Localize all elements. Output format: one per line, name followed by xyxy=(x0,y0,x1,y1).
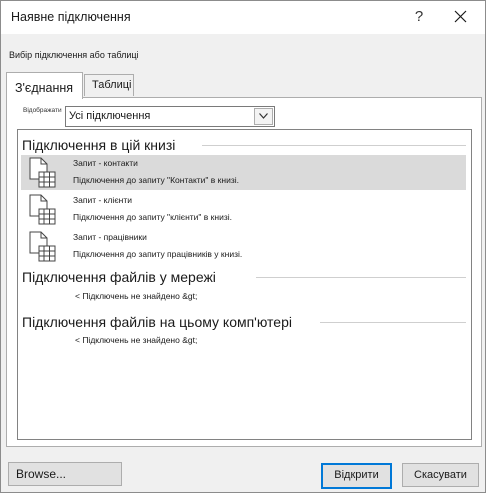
chevron-down-icon xyxy=(259,113,268,119)
tab-tables-label: Таблиці xyxy=(92,79,132,91)
open-button[interactable]: Відкрити xyxy=(321,463,392,489)
window-title: Наявне підключення xyxy=(11,10,131,24)
show-filter-label: Відображати xyxy=(23,107,62,114)
list-item[interactable]: Запит - контакти Підключення до запиту "… xyxy=(21,155,466,190)
group-divider xyxy=(320,322,466,323)
empty-message: < Підключень не знайдено &gt; xyxy=(75,335,198,345)
connection-description: Підключення до запиту працівників у книз… xyxy=(73,249,243,259)
browse-button-label: Browse... xyxy=(16,467,67,481)
list-item[interactable]: Запит - клієнти Підключення до запиту "к… xyxy=(21,192,466,227)
group-divider xyxy=(256,277,466,278)
help-button[interactable]: ? xyxy=(405,5,433,29)
show-filter-dropdown[interactable]: Усі підключення xyxy=(65,106,275,127)
title-bar: Наявне підключення ? xyxy=(1,1,485,34)
existing-connections-dialog: Наявне підключення ? Вибір підключення а… xyxy=(0,0,486,493)
show-filter-value: Усі підключення xyxy=(69,110,151,122)
group-title-computer: Підключення файлів на цьому комп'ютері xyxy=(22,314,292,330)
connections-panel: Відображати Усі підключення Підключення … xyxy=(6,97,482,447)
connection-name: Запит - клієнти xyxy=(73,195,132,205)
group-title-workbook: Підключення в цій книзі xyxy=(22,137,176,153)
list-item[interactable]: Запит - працівники Підключення до запиту… xyxy=(21,229,466,264)
connection-description: Підключення до запиту "клієнти" в книзі. xyxy=(73,212,232,222)
empty-message: < Підключень не знайдено &gt; xyxy=(75,291,198,301)
connections-list[interactable]: Підключення в цій книзі Запит - контакти… xyxy=(17,129,472,440)
tab-connections[interactable]: З'єднання xyxy=(6,72,83,99)
table-file-icon xyxy=(29,231,56,262)
tab-tables[interactable]: Таблиці xyxy=(84,74,134,96)
connection-name: Запит - контакти xyxy=(73,158,138,168)
table-file-icon xyxy=(29,157,56,188)
connection-description: Підключення до запиту "Контакти" в книзі… xyxy=(73,175,239,185)
group-title-network: Підключення файлів у мережі xyxy=(22,269,216,285)
dropdown-button[interactable] xyxy=(254,108,273,125)
choose-connection-label: Вибір підключення або таблиці xyxy=(9,50,139,60)
cancel-button[interactable]: Скасувати xyxy=(402,463,479,487)
close-button[interactable] xyxy=(445,5,477,29)
browse-button[interactable]: Browse... xyxy=(8,462,122,486)
group-divider xyxy=(202,145,466,146)
tab-connections-label: З'єднання xyxy=(15,81,74,95)
table-file-icon xyxy=(29,194,56,225)
close-icon xyxy=(454,10,467,23)
connection-name: Запит - працівники xyxy=(73,232,147,242)
